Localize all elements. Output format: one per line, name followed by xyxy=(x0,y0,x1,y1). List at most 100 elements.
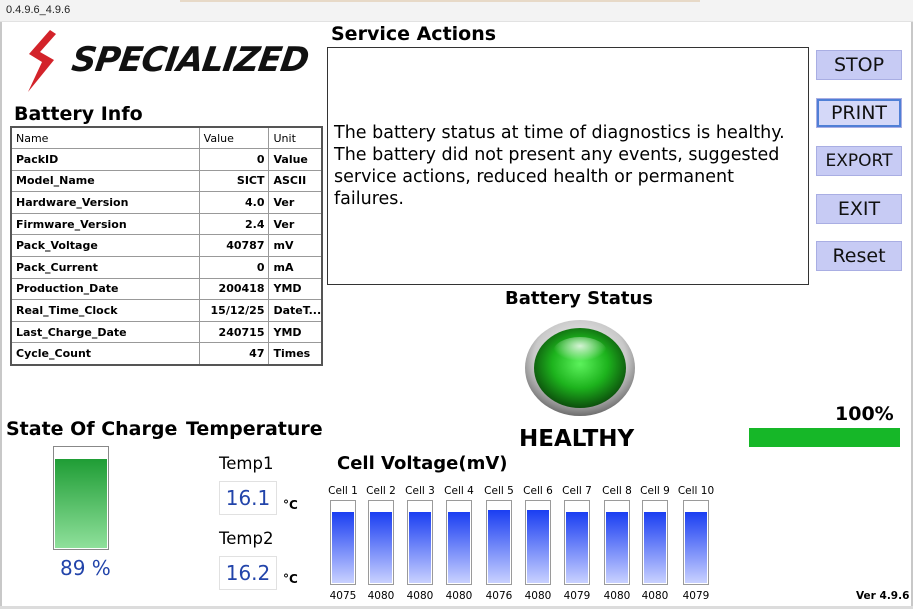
cell-bar-fill xyxy=(527,510,549,583)
table-row: PackID 0 Value xyxy=(10,148,323,171)
row-name-cell: Cycle_Count xyxy=(10,342,200,366)
cell-voltage-value: 4080 xyxy=(524,590,552,602)
temp2-label: Temp2 xyxy=(219,529,274,548)
reset-button[interactable]: Reset xyxy=(816,241,902,271)
cell-label: Cell 2 xyxy=(366,485,396,497)
exit-button[interactable]: EXIT xyxy=(816,194,902,224)
temp1-unit: °C xyxy=(283,498,298,512)
brand-logo-text: SPECIALIZED xyxy=(69,40,311,80)
cell-bar xyxy=(564,500,590,585)
battery-info-title: Battery Info xyxy=(14,103,143,125)
row-value-cell: 4.0 xyxy=(198,191,270,214)
cell-bar-fill xyxy=(644,511,666,583)
row-value-cell: 240715 xyxy=(198,320,270,344)
row-name-cell: Pack_Current xyxy=(10,256,200,279)
cell-bar xyxy=(683,500,709,585)
cell-label: Cell 7 xyxy=(562,485,592,497)
cell-voltage-title: Cell Voltage(mV) xyxy=(337,453,508,474)
cell-bar-fill xyxy=(488,510,510,583)
temperature-title: Temperature xyxy=(186,418,323,440)
cell-bar xyxy=(407,500,433,585)
version-label: Ver 4.9.6 xyxy=(856,590,910,602)
state-of-charge-fill xyxy=(55,459,107,548)
cell-label: Cell 4 xyxy=(444,485,474,497)
export-button[interactable]: EXPORT xyxy=(816,146,902,176)
row-unit-cell: YMD xyxy=(268,277,323,301)
temp1-label: Temp1 xyxy=(219,454,274,473)
temp2-value: 16.2 xyxy=(219,556,277,590)
column-header-value: Value xyxy=(198,126,270,150)
cell-label: Cell 1 xyxy=(328,485,358,497)
cell-bar-fill xyxy=(409,511,431,583)
battery-info-table: Name Value Unit PackID 0 Value Model_Name SI… xyxy=(10,126,323,366)
table-row: Pack_Voltage 40787 mV xyxy=(10,234,323,258)
row-value-cell: 2.4 xyxy=(198,212,270,236)
table-header-row: Name Value Unit xyxy=(10,126,323,150)
cell-bar-fill xyxy=(370,511,392,583)
stop-button[interactable]: STOP xyxy=(816,50,902,80)
progress-bar xyxy=(749,428,900,447)
cell-label: Cell 8 xyxy=(602,485,632,497)
column-header-unit: Unit xyxy=(268,126,323,150)
battery-status-title: Battery Status xyxy=(505,288,654,309)
table-row: Model_Name SICT ASCII xyxy=(10,169,323,193)
cell-bar xyxy=(642,500,668,585)
title-bar: 0.4.9.6_4.9.6 xyxy=(0,0,913,22)
cell-voltage-value: 4080 xyxy=(603,590,631,602)
table-row: Cycle_Count 47 Times xyxy=(10,342,323,366)
cell-bar-fill xyxy=(685,511,707,583)
row-value-cell: 47 xyxy=(198,342,270,366)
cell-label: Cell 5 xyxy=(484,485,514,497)
service-actions-title: Service Actions xyxy=(331,23,497,45)
row-name-cell: Production_Date xyxy=(10,277,200,301)
row-name-cell: PackID xyxy=(10,148,200,171)
cell-bar-fill xyxy=(606,511,628,583)
cell-voltage-value: 4080 xyxy=(406,590,434,602)
service-actions-box: The battery status at time of diagnostic… xyxy=(327,47,809,285)
table-row: Real_Time_Clock 15/12/25 DateT... xyxy=(10,299,323,322)
cell-bar xyxy=(368,500,394,585)
table-row: Hardware_Version 4.0 Ver xyxy=(10,191,323,214)
cell-voltage-value: 4075 xyxy=(329,590,357,602)
cell-label: Cell 9 xyxy=(640,485,670,497)
progress-percent-label: 100% xyxy=(835,403,894,425)
row-value-cell: 15/12/25 xyxy=(198,299,270,322)
cell-label: Cell 10 xyxy=(677,485,715,497)
battery-status-text: HEALTHY xyxy=(519,426,635,452)
window-left-edge xyxy=(0,22,2,609)
temp2-unit: °C xyxy=(283,572,298,586)
row-name-cell: Firmware_Version xyxy=(10,212,200,236)
row-unit-cell: Ver xyxy=(268,212,323,236)
table-row: Last_Charge_Date 240715 YMD xyxy=(10,320,323,344)
cell-bar xyxy=(330,500,356,585)
cell-bar xyxy=(525,500,551,585)
cell-voltage-value: 4079 xyxy=(563,590,591,602)
temp1-value: 16.1 xyxy=(219,481,277,515)
cell-voltage-value: 4076 xyxy=(485,590,513,602)
row-name-cell: Pack_Voltage xyxy=(10,234,200,258)
row-name-cell: Real_Time_Clock xyxy=(10,299,200,322)
cell-bar xyxy=(446,500,472,585)
row-value-cell: 0 xyxy=(198,256,270,279)
row-name-cell: Hardware_Version xyxy=(10,191,200,214)
window-title: 0.4.9.6_4.9.6 xyxy=(6,4,71,16)
row-name-cell: Model_Name xyxy=(10,169,200,193)
cell-voltage-value: 4079 xyxy=(682,590,710,602)
table-row: Production_Date 200418 YMD xyxy=(10,277,323,301)
cell-label: Cell 6 xyxy=(523,485,553,497)
row-unit-cell: Ver xyxy=(268,191,323,214)
cell-bar-fill xyxy=(332,511,354,583)
status-indicator-icon xyxy=(525,320,635,416)
row-unit-cell: mA xyxy=(268,256,323,279)
state-of-charge-value: 89 % xyxy=(60,556,111,580)
cell-voltage-value: 4080 xyxy=(445,590,473,602)
title-accent xyxy=(180,0,700,2)
row-value-cell: 0 xyxy=(198,148,270,171)
print-button[interactable]: PRINT xyxy=(816,98,902,128)
cell-voltage-value: 4080 xyxy=(367,590,395,602)
service-actions-text: The battery status at time of diagnostic… xyxy=(334,123,785,209)
progress-bar-fill xyxy=(749,428,900,447)
row-value-cell: 40787 xyxy=(198,234,270,258)
table-row: Pack_Current 0 mA xyxy=(10,256,323,279)
cell-voltage-value: 4080 xyxy=(641,590,669,602)
